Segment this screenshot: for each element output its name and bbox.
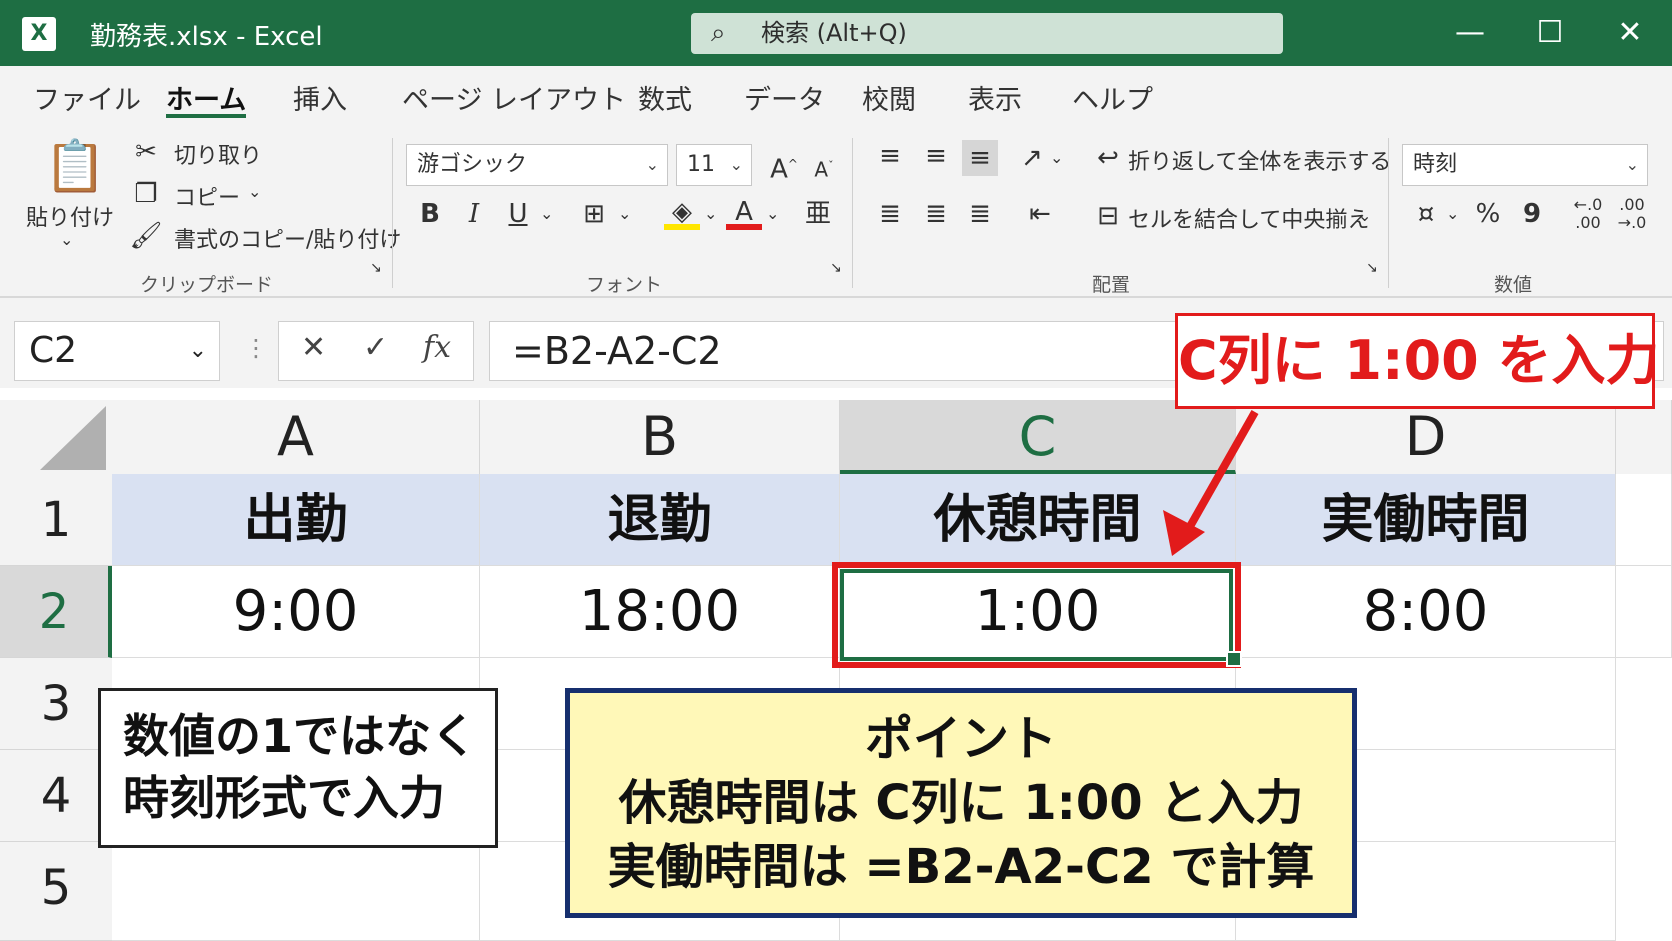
point-callout: ポイント 休憩時間は C列に 1:00 と入力 実働時間は =B2-A2-C2 … (565, 688, 1357, 918)
point-line-1: 休憩時間は C列に 1:00 と入力 (618, 775, 1304, 831)
point-title: ポイント (864, 711, 1057, 767)
left-callout-line-1: 数値の1ではなく (123, 709, 478, 763)
point-line-2: 実働時間は =B2-A2-C2 で計算 (607, 839, 1315, 895)
arrow-line (1184, 410, 1259, 532)
top-callout: C列に 1:00 を入力 (1175, 313, 1660, 409)
left-callout-line-2: 時刻形式で入力 (123, 771, 445, 825)
left-callout: 数値の1ではなく 時刻形式で入力 (98, 688, 498, 848)
